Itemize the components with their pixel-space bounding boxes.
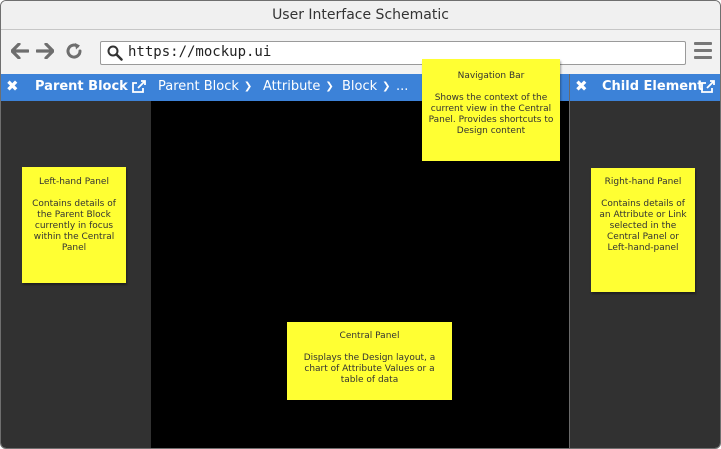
note-body: Displays the Design layout, a chart of A… — [303, 353, 436, 385]
chevron-down-icon: ❯ — [382, 81, 391, 92]
note-body: Contains details of the Parent Block cur… — [32, 199, 116, 253]
sticky-note-left-hand-panel: Left-hand Panel Contains details of the … — [22, 167, 126, 283]
left-panel-title: Parent Block — [35, 79, 128, 94]
right-panel-title: Child Element — [602, 79, 704, 94]
note-body: Shows the context of the current view in… — [428, 93, 554, 136]
browser-window: User Interface Schematic https://mockup.… — [0, 0, 721, 449]
back-arrow-icon[interactable] — [9, 40, 31, 62]
right-panel-header: ✖ Child Element — [570, 74, 720, 101]
note-title: Left-hand Panel — [39, 177, 109, 187]
forward-arrow-icon[interactable] — [34, 40, 56, 62]
note-title: Navigation Bar — [457, 71, 525, 81]
chevron-down-icon: ❯ — [325, 81, 334, 92]
hamburger-menu-icon[interactable] — [694, 42, 712, 60]
nav-item-attribute[interactable]: Attribute ❯ — [263, 79, 334, 94]
window-title: User Interface Schematic — [272, 7, 449, 23]
search-icon — [107, 45, 123, 61]
left-panel-header: ✖ Parent Block — [1, 74, 151, 101]
sticky-note-central-panel: Central Panel Displays the Design layout… — [287, 322, 452, 400]
title-bar: User Interface Schematic — [1, 1, 720, 30]
note-title: Right-hand Panel — [604, 177, 682, 187]
chevron-down-icon: ❯ — [243, 81, 253, 92]
nav-item-block[interactable]: Block ❯ — [342, 79, 391, 94]
share-icon[interactable] — [700, 79, 716, 98]
note-body: Contains details of an Attribute or Link… — [599, 199, 687, 253]
sticky-note-right-hand-panel: Right-hand Panel Contains details of an … — [591, 168, 695, 292]
share-icon[interactable] — [131, 79, 147, 98]
browser-toolbar: https://mockup.ui — [1, 30, 720, 74]
nav-item-parent-block[interactable]: Parent Block ❯ — [158, 79, 252, 94]
address-bar[interactable]: https://mockup.ui — [100, 41, 686, 65]
url-text: https://mockup.ui — [128, 44, 272, 60]
close-icon[interactable]: ✖ — [575, 77, 588, 95]
nav-item-more[interactable]: ... — [396, 79, 408, 94]
note-title: Central Panel — [339, 331, 400, 341]
close-icon[interactable]: ✖ — [6, 77, 19, 95]
refresh-icon[interactable] — [63, 40, 85, 62]
sticky-note-navigation-bar: Navigation Bar Shows the context of the … — [422, 59, 560, 161]
